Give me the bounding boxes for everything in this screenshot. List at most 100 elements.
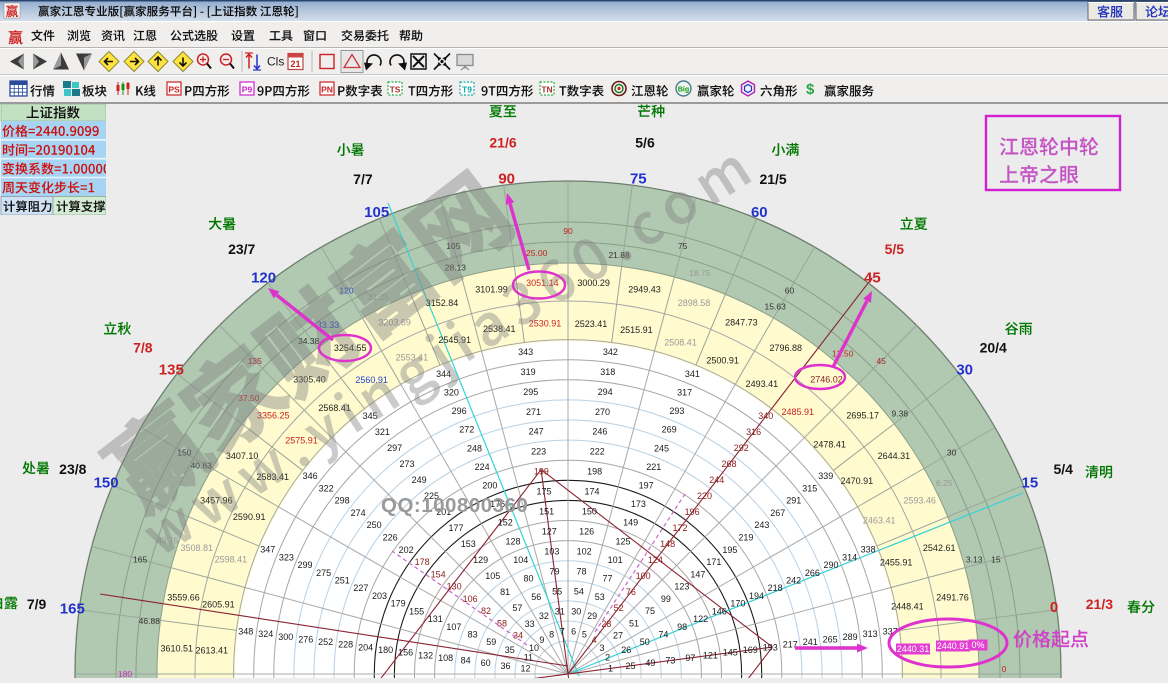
svg-text:272: 272 [459, 425, 474, 435]
svg-text:171: 171 [706, 557, 721, 567]
svg-text:200: 200 [482, 481, 497, 491]
svg-text:294: 294 [598, 387, 613, 397]
svg-text:180: 180 [118, 669, 132, 678]
svg-text:199: 199 [534, 467, 549, 477]
svg-text:34: 34 [513, 631, 523, 641]
svg-text:PS: PS [168, 85, 180, 95]
svg-text:274: 274 [351, 508, 366, 518]
svg-text:12: 12 [520, 663, 530, 673]
svg-text:154: 154 [431, 569, 446, 579]
svg-text:7: 7 [560, 627, 565, 637]
svg-text:295: 295 [523, 387, 538, 397]
svg-text:$: $ [806, 81, 815, 98]
svg-text:5/5: 5/5 [885, 241, 905, 257]
svg-text:319: 319 [521, 367, 536, 377]
svg-text:3559.66: 3559.66 [167, 593, 200, 603]
svg-text:151: 151 [539, 507, 554, 517]
svg-text:0%: 0% [971, 640, 984, 650]
svg-text:131: 131 [428, 614, 443, 624]
svg-text:QQ:100800360: QQ:100800360 [381, 494, 528, 517]
svg-text:36: 36 [500, 661, 510, 671]
svg-text:3407.10: 3407.10 [226, 451, 259, 461]
svg-text:84: 84 [461, 656, 471, 666]
svg-text:292: 292 [734, 443, 749, 453]
svg-text:242: 242 [786, 576, 801, 586]
svg-text:153: 153 [461, 539, 476, 549]
svg-text:196: 196 [685, 507, 700, 517]
svg-text:15: 15 [1022, 475, 1039, 492]
svg-text:340: 340 [758, 411, 773, 421]
svg-text:29: 29 [587, 611, 597, 621]
svg-text:175: 175 [536, 487, 551, 497]
svg-text:80: 80 [523, 574, 533, 584]
svg-text:243: 243 [754, 520, 769, 530]
svg-text:75: 75 [645, 606, 655, 616]
svg-text:79: 79 [549, 567, 559, 577]
svg-text:317: 317 [677, 387, 692, 397]
svg-text:108: 108 [438, 653, 453, 663]
svg-text:32: 32 [539, 611, 549, 621]
svg-text:246: 246 [592, 427, 607, 437]
svg-text:2644.31: 2644.31 [878, 451, 911, 461]
svg-text:3.13: 3.13 [966, 555, 983, 565]
svg-text:15.63: 15.63 [765, 301, 787, 311]
svg-text:83: 83 [468, 630, 478, 640]
svg-text:146: 146 [712, 606, 727, 616]
svg-text:197: 197 [639, 481, 654, 491]
svg-text:129: 129 [473, 555, 488, 565]
svg-text:TS: TS [390, 85, 401, 95]
svg-text:3101.99: 3101.99 [475, 285, 508, 295]
svg-text:297: 297 [387, 443, 402, 453]
svg-text:226: 226 [383, 533, 398, 543]
svg-text:103: 103 [544, 547, 559, 557]
svg-text:5/6: 5/6 [635, 135, 655, 151]
svg-text:203: 203 [372, 591, 387, 601]
svg-text:315: 315 [802, 483, 817, 493]
svg-text:81: 81 [500, 587, 510, 597]
svg-text:30: 30 [947, 448, 957, 458]
svg-text:27: 27 [613, 631, 623, 641]
svg-text:49: 49 [645, 658, 655, 668]
svg-text:170: 170 [730, 599, 745, 609]
svg-text:198: 198 [587, 467, 602, 477]
svg-text:251: 251 [335, 576, 350, 586]
svg-text:20/4: 20/4 [980, 340, 1007, 356]
svg-text:126: 126 [579, 527, 594, 537]
svg-text:4: 4 [592, 635, 597, 645]
svg-text:290: 290 [823, 560, 838, 570]
svg-text:270: 270 [595, 407, 610, 417]
svg-text:346: 346 [303, 471, 318, 481]
svg-text:78: 78 [576, 567, 586, 577]
svg-text:296: 296 [452, 406, 467, 416]
svg-text:320: 320 [444, 387, 459, 397]
svg-text:18.75: 18.75 [689, 268, 711, 278]
svg-text:90: 90 [563, 226, 573, 236]
svg-text:222: 222 [590, 447, 605, 457]
svg-text:194: 194 [749, 591, 764, 601]
svg-text:193: 193 [763, 642, 778, 652]
svg-text:316: 316 [746, 427, 761, 437]
svg-text:339: 339 [818, 471, 833, 481]
svg-text:10: 10 [529, 643, 539, 653]
svg-text:58: 58 [497, 618, 507, 628]
svg-text:2542.61: 2542.61 [923, 543, 956, 553]
svg-text:2440.31: 2440.31 [897, 644, 930, 654]
svg-text:100: 100 [636, 571, 651, 581]
svg-text:250: 250 [367, 520, 382, 530]
svg-text:56: 56 [531, 592, 541, 602]
svg-text:150: 150 [582, 507, 597, 517]
svg-text:99: 99 [661, 594, 671, 604]
svg-text:122: 122 [693, 614, 708, 624]
svg-text:2590.91: 2590.91 [233, 512, 266, 522]
svg-text:220: 220 [697, 491, 712, 501]
svg-text:267: 267 [770, 508, 785, 518]
svg-text:2470.91: 2470.91 [841, 476, 874, 486]
svg-text:107: 107 [446, 622, 461, 632]
svg-text:57: 57 [512, 603, 522, 613]
svg-text:26: 26 [621, 645, 631, 655]
svg-text:152: 152 [498, 518, 513, 528]
svg-text:59: 59 [486, 637, 496, 647]
svg-text:50: 50 [640, 637, 650, 647]
svg-text:7/9: 7/9 [27, 596, 47, 612]
svg-text:174: 174 [584, 487, 599, 497]
